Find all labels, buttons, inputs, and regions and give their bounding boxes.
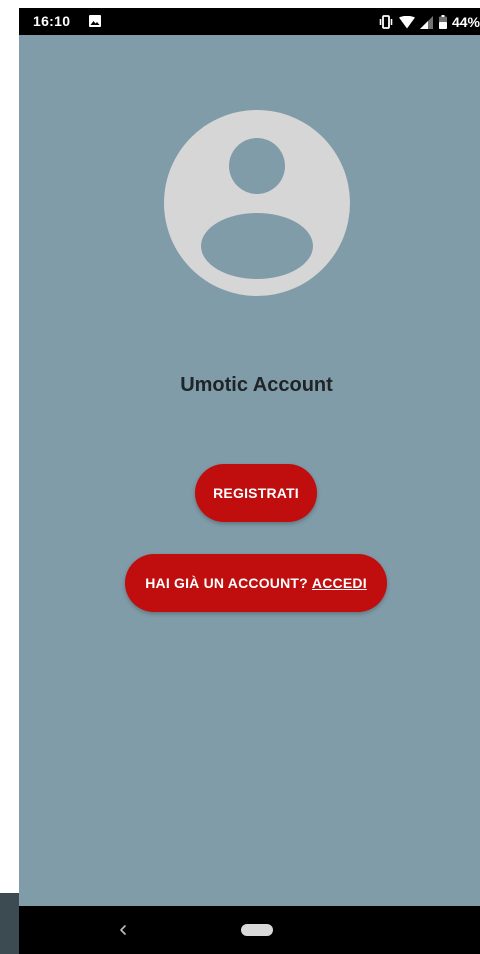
login-link[interactable]: ACCEDI: [312, 575, 367, 591]
battery-icon: [438, 15, 447, 29]
screen-frame: 16:10 44% Umotic Account REGISTRATI HAI …: [0, 0, 480, 954]
account-circle-icon: [164, 110, 350, 296]
account-title: Umotic Account: [180, 374, 333, 396]
background-edge: [0, 893, 19, 954]
home-pill-icon[interactable]: [241, 924, 273, 936]
status-icons: 44%: [378, 13, 480, 31]
app-screen: 16:10 44% Umotic Account REGISTRATI HAI …: [19, 8, 480, 954]
status-bar: 16:10 44%: [19, 8, 480, 35]
navigation-bar: [19, 906, 480, 954]
back-icon[interactable]: [115, 920, 131, 940]
login-prompt-text: HAI GIÀ UN ACCOUNT?: [145, 575, 308, 591]
wifi-icon: [398, 15, 415, 28]
vibrate-icon: [379, 15, 393, 29]
signal-icon: [419, 15, 433, 29]
register-button-label: REGISTRATI: [213, 485, 299, 501]
image-icon: [89, 15, 101, 27]
battery-percent: 44%: [451, 14, 480, 30]
status-time: 16:10: [33, 13, 71, 29]
register-button[interactable]: REGISTRATI: [195, 464, 317, 522]
login-button[interactable]: HAI GIÀ UN ACCOUNT? ACCEDI: [125, 554, 387, 612]
